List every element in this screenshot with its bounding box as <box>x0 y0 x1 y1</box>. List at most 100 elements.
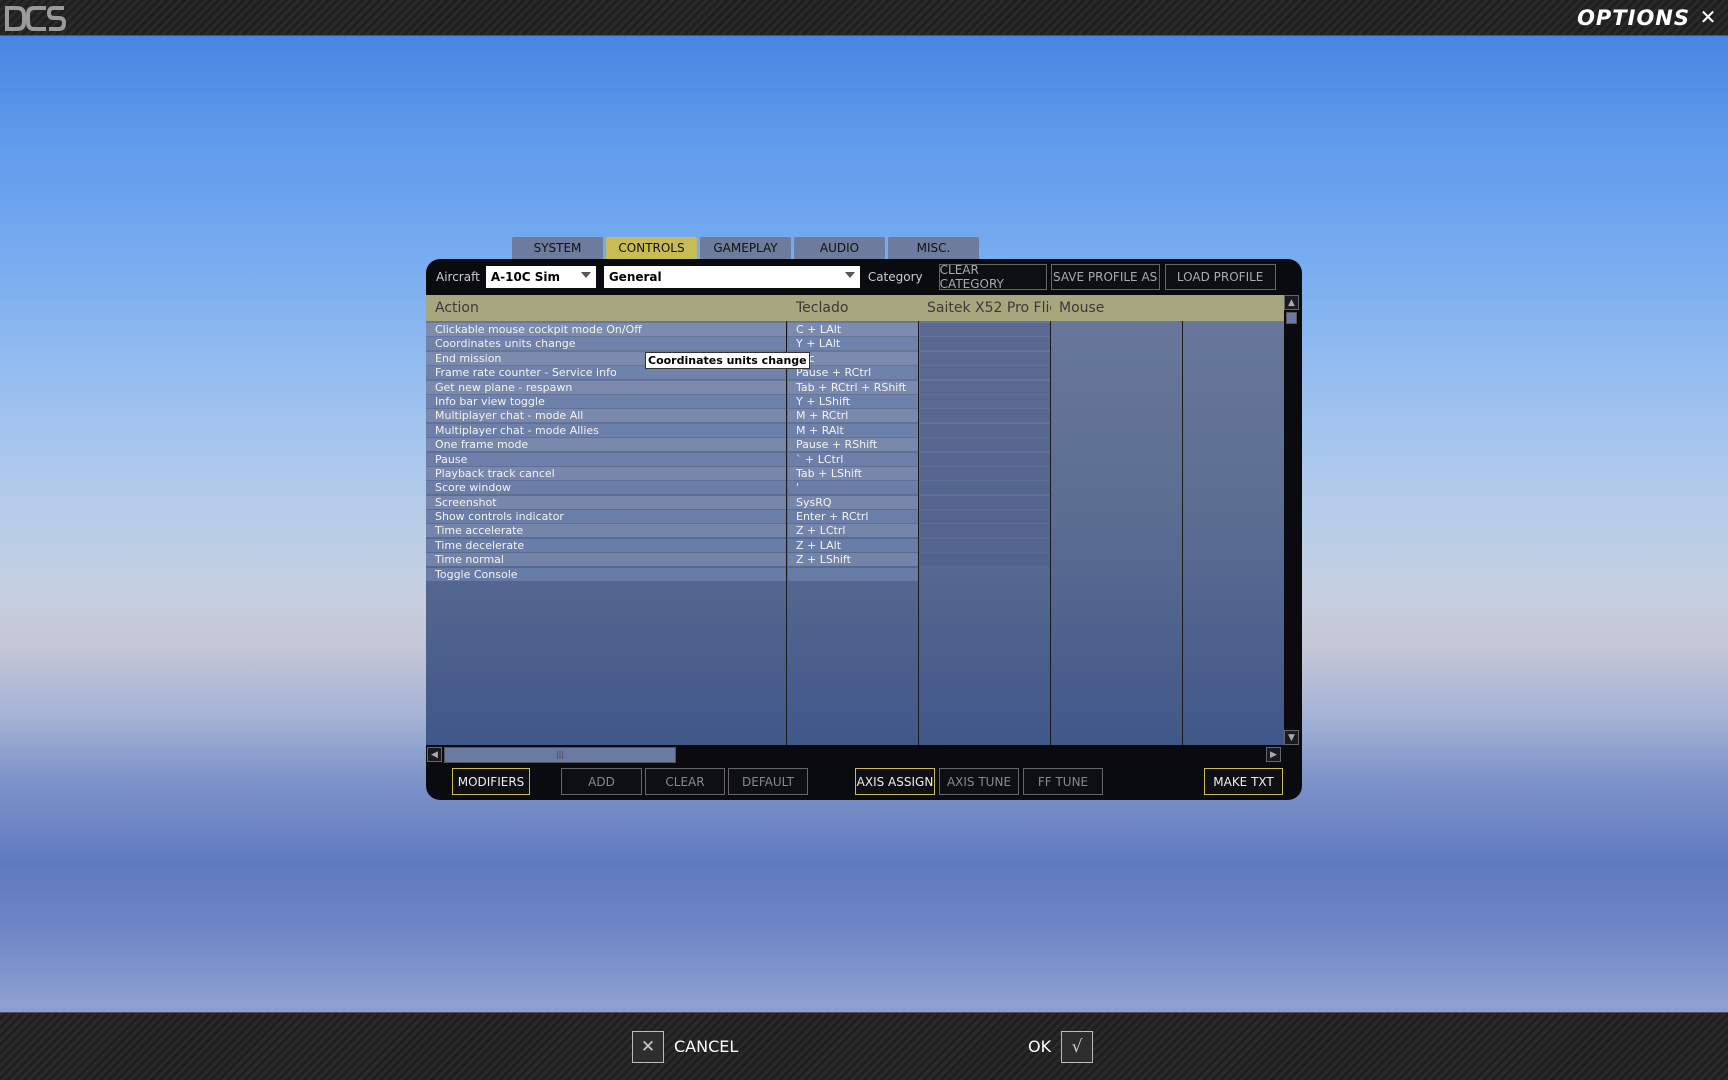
row-key[interactable]: ' <box>796 481 799 495</box>
aircraft-label: Aircraft <box>436 270 480 284</box>
chevron-down-icon <box>580 272 591 278</box>
vertical-scrollbar[interactable]: ▲ ▼ <box>1284 295 1300 745</box>
table-row[interactable]: Multiplayer chat - mode Allies M + RAlt <box>426 423 1284 438</box>
table-row[interactable]: Multiplayer chat - mode All M + RCtrl <box>426 409 1284 423</box>
table-row[interactable]: Frame rate counter - Service info Pause +… <box>426 366 1284 380</box>
header-joystick[interactable]: Saitek X52 Pro Flig <box>927 300 1051 316</box>
row-key[interactable]: Y + LAlt <box>796 337 840 351</box>
horizontal-scroll-thumb[interactable]: ||| <box>444 747 676 763</box>
row-action: Pause <box>435 452 468 466</box>
controls-footer: MODIFIERS ADD CLEAR DEFAULT AXIS ASSIGN … <box>426 768 1302 796</box>
row-key[interactable]: Pause + RShift <box>796 438 877 452</box>
dcs-logo-icon <box>5 6 66 31</box>
row-key[interactable]: Enter + RCtrl <box>796 510 868 524</box>
row-key[interactable]: Z + LAlt <box>796 539 841 553</box>
clear-category-button[interactable]: CLEAR CATEGORY <box>938 263 1047 291</box>
table-row[interactable]: Pause ` + LCtrl <box>426 452 1284 467</box>
aircraft-select-value: A-10C Sim <box>490 270 561 284</box>
cancel-label: CANCEL <box>674 1037 739 1056</box>
row-key[interactable]: M + RCtrl <box>796 409 848 423</box>
horizontal-scrollbar[interactable]: ◀ ||| ▶ <box>426 746 1284 764</box>
scroll-right-icon[interactable]: ▶ <box>1266 747 1281 762</box>
aircraft-select[interactable]: A-10C Sim <box>485 266 596 288</box>
scroll-left-icon[interactable]: ◀ <box>427 747 442 762</box>
row-action: Multiplayer chat - mode All <box>435 409 584 423</box>
bindings-table: Action Teclado Saitek X52 Pro Flig Mouse… <box>426 295 1284 745</box>
table-row[interactable]: Info bar view toggle Y + LShift <box>426 394 1284 409</box>
ff-tune-button[interactable]: FF TUNE <box>1023 768 1103 795</box>
table-header: Action Teclado Saitek X52 Pro Flig Mouse <box>426 295 1284 321</box>
scroll-up-icon[interactable]: ▲ <box>1284 295 1299 310</box>
row-key[interactable]: Tab + LShift <box>796 467 862 481</box>
tab-audio[interactable]: AUDIO <box>794 237 885 259</box>
options-tabs: SYSTEM CONTROLS GAMEPLAY AUDIO MISC. <box>512 237 982 259</box>
bottom-bar: ✕ CANCEL OK √ <box>0 1012 1728 1080</box>
row-action: Multiplayer chat - mode Allies <box>435 423 599 437</box>
row-action: Screenshot <box>435 495 497 509</box>
axis-tune-button[interactable]: AXIS TUNE <box>939 768 1019 795</box>
table-row[interactable]: Coordinates units change Y + LAlt <box>426 337 1284 351</box>
row-action: Time decelerate <box>435 538 525 552</box>
row-key[interactable]: Z + LShift <box>796 553 851 567</box>
row-action: Clickable mouse cockpit mode On/Off <box>435 323 642 336</box>
row-action: Time normal <box>435 553 504 567</box>
table-row[interactable]: Get new plane - respawn Tab + RCtrl + RSh… <box>426 380 1284 395</box>
table-row[interactable]: Show controls indicator Enter + RCtrl <box>426 510 1284 524</box>
row-key[interactable]: C + LAlt <box>796 323 841 337</box>
controls-toolbar: Aircraft A-10C Sim General Category CLEA… <box>436 263 1292 291</box>
vertical-scroll-thumb[interactable] <box>1286 312 1297 324</box>
ok-label: OK <box>1028 1037 1052 1056</box>
ok-button[interactable]: OK √ <box>1028 1030 1094 1063</box>
row-key[interactable]: Z + LCtrl <box>796 524 845 538</box>
checkmark-icon: √ <box>1061 1030 1094 1063</box>
cancel-button[interactable]: ✕ CANCEL <box>632 1030 738 1063</box>
category-label: Category <box>867 270 923 284</box>
table-row[interactable]: Time decelerate Z + LAlt <box>426 538 1284 553</box>
row-key[interactable]: ` + LCtrl <box>796 453 843 467</box>
row-action: Toggle Console <box>435 567 518 581</box>
row-action: One frame mode <box>435 438 529 452</box>
modifiers-button[interactable]: MODIFIERS <box>452 768 530 795</box>
row-key[interactable]: Tab + RCtrl + RShift <box>796 381 906 395</box>
header-mouse[interactable]: Mouse <box>1059 300 1104 316</box>
scroll-down-icon[interactable]: ▼ <box>1284 730 1299 745</box>
tab-misc[interactable]: MISC. <box>888 237 979 259</box>
row-key[interactable]: SysRQ <box>796 496 832 510</box>
table-row[interactable]: Score window ' <box>426 481 1284 495</box>
header-action[interactable]: Action <box>435 300 479 316</box>
row-action: Show controls indicator <box>435 510 564 524</box>
row-action: Coordinates units change <box>435 337 576 351</box>
make-txt-button[interactable]: MAKE TXT <box>1204 768 1283 795</box>
tab-controls[interactable]: CONTROLS <box>606 237 697 259</box>
row-action: Get new plane - respawn <box>435 380 573 394</box>
table-row[interactable]: Time normal Z + LShift <box>426 553 1284 567</box>
default-button[interactable]: DEFAULT <box>728 768 808 795</box>
row-key[interactable]: M + RAlt <box>796 424 844 438</box>
row-action: Score window <box>435 481 512 495</box>
clear-button[interactable]: CLEAR <box>645 768 725 795</box>
category-select[interactable]: General <box>603 266 860 288</box>
table-row[interactable]: Clickable mouse cockpit mode On/Off C + L… <box>426 323 1284 337</box>
tab-system[interactable]: SYSTEM <box>512 237 603 259</box>
save-profile-button[interactable]: SAVE PROFILE AS <box>1050 264 1160 290</box>
table-row[interactable]: Time accelerate Z + LCtrl <box>426 524 1284 538</box>
table-rows: Clickable mouse cockpit mode On/Off C + L… <box>426 323 1284 582</box>
row-action: Time accelerate <box>435 524 524 538</box>
load-profile-button[interactable]: LOAD PROFILE <box>1164 264 1276 290</box>
table-row[interactable]: Toggle Console <box>426 567 1284 582</box>
close-icon[interactable]: ✕ <box>1698 5 1718 29</box>
row-action: Info bar view toggle <box>435 394 545 408</box>
tooltip: Coordinates units change <box>645 352 810 369</box>
table-row[interactable]: End missionEsc <box>426 351 1284 366</box>
tab-gameplay[interactable]: GAMEPLAY <box>700 237 791 259</box>
axis-assign-button[interactable]: AXIS ASSIGN <box>855 768 935 795</box>
add-button[interactable]: ADD <box>561 768 642 795</box>
table-row[interactable]: Playback track cancel Tab + LShift <box>426 466 1284 481</box>
row-key[interactable]: Y + LShift <box>796 395 850 409</box>
controls-dialog: Aircraft A-10C Sim General Category CLEA… <box>426 259 1302 800</box>
table-row[interactable]: Screenshot SysRQ <box>426 495 1284 510</box>
header-keyboard[interactable]: Teclado <box>796 300 848 316</box>
top-bar: OPTIONS ✕ <box>0 0 1728 36</box>
table-row[interactable]: One frame mode Pause + RShift <box>426 438 1284 452</box>
chevron-down-icon <box>844 272 855 278</box>
